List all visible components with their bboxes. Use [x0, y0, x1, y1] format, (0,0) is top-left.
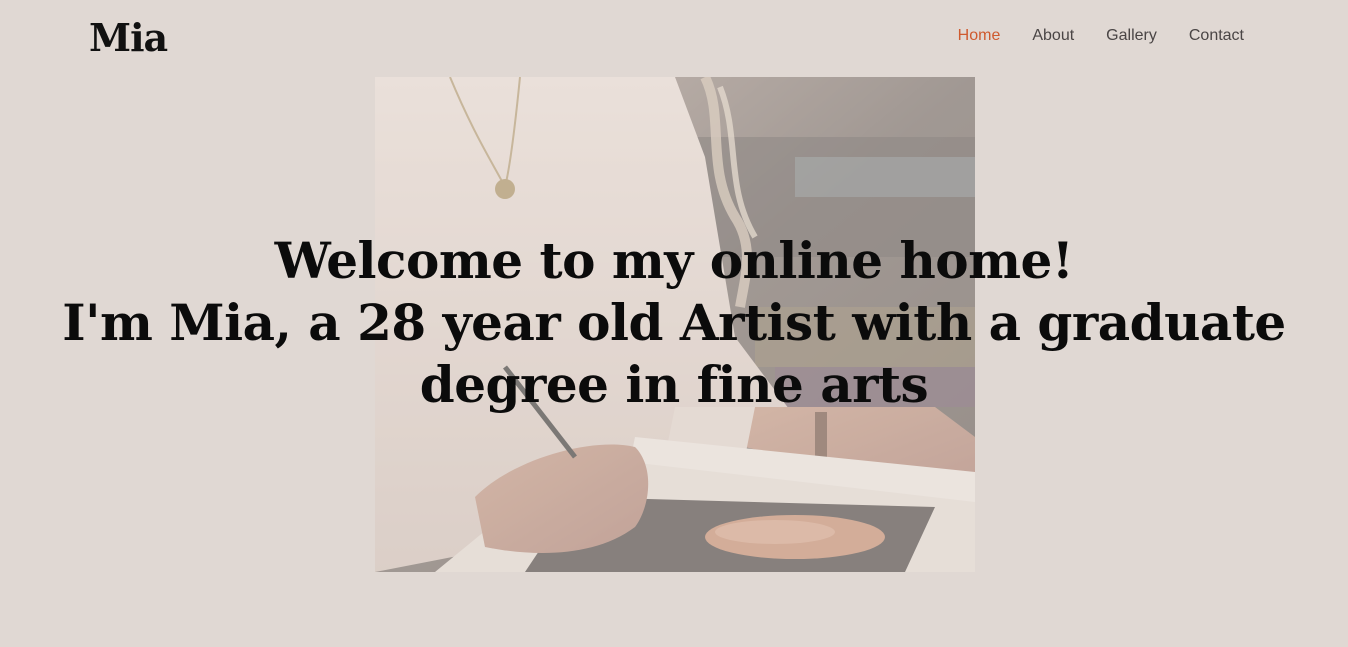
headline-line-3: degree in fine arts	[419, 355, 929, 414]
headline-line-1: Welcome to my online home!	[274, 231, 1074, 290]
site-logo[interactable]: Mia	[89, 14, 168, 62]
headline-line-2: I'm Mia, a 28 year old Artist with a gra…	[62, 293, 1286, 352]
nav-item-about[interactable]: About	[1032, 26, 1074, 46]
nav-item-home[interactable]: Home	[958, 26, 1001, 46]
nav-item-contact[interactable]: Contact	[1189, 26, 1244, 46]
nav-item-gallery[interactable]: Gallery	[1106, 26, 1157, 46]
hero-headline: Welcome to my online home! I'm Mia, a 28…	[0, 230, 1348, 416]
main-nav: Home About Gallery Contact	[958, 26, 1244, 46]
